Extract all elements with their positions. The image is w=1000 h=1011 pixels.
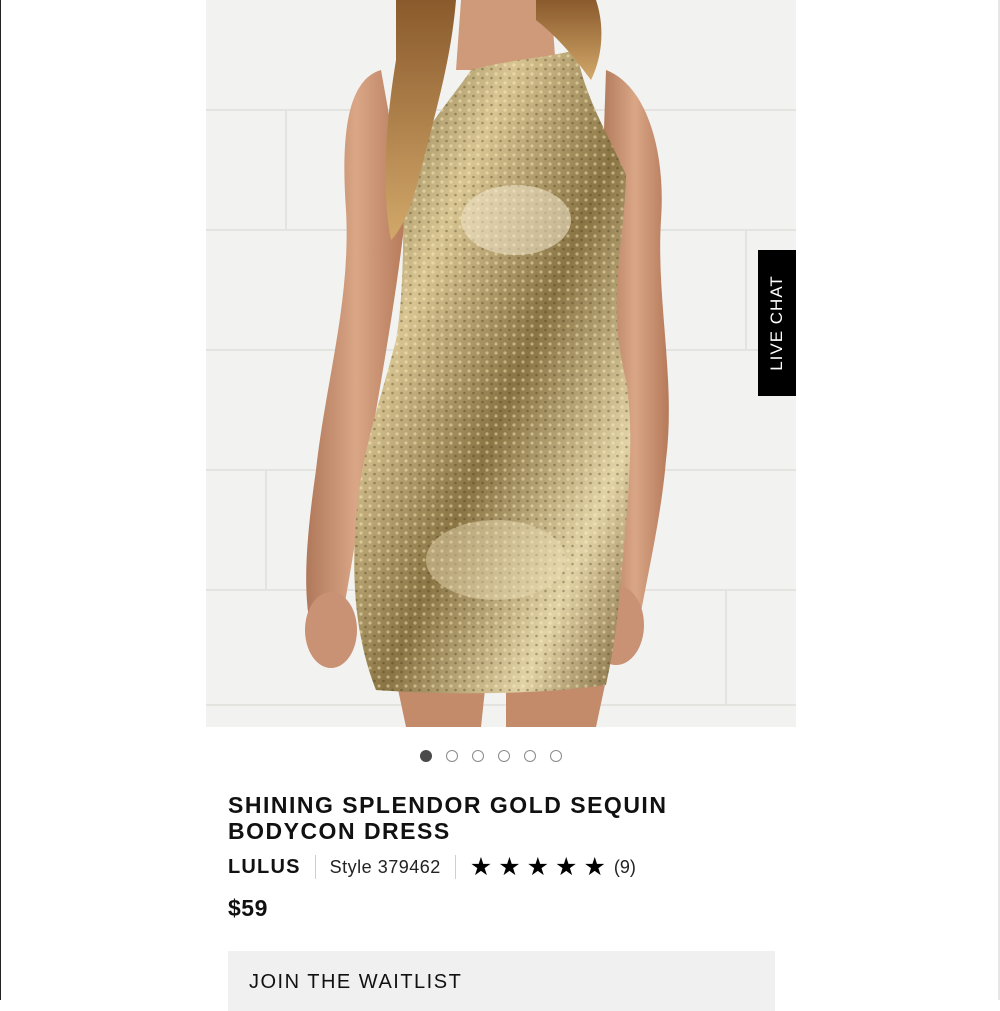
product-title: SHINING SPLENDOR GOLD SEQUIN BODYCON DRE…: [228, 792, 668, 844]
gallery-dot-1[interactable]: [420, 750, 432, 762]
join-waitlist-button[interactable]: JOIN THE WAITLIST: [228, 951, 775, 1011]
page-left-border: [0, 0, 1, 1000]
gallery-dot-6[interactable]: [550, 750, 562, 762]
star-icon: ★: [526, 852, 550, 881]
meta-divider: [454, 855, 456, 879]
gallery-dot-5[interactable]: [524, 750, 536, 762]
star-icon: ★: [583, 852, 606, 881]
live-chat-label: LIVE CHAT: [767, 275, 786, 371]
gallery-dot-3[interactable]: [472, 750, 484, 762]
rating-stars[interactable]: ★ ★ ★ ★ ★: [469, 852, 606, 881]
brand-name[interactable]: LULUS: [228, 856, 301, 879]
star-icon: ★: [469, 852, 493, 881]
product-meta-row: LULUS Style 379462 ★ ★ ★ ★ ★ (9): [228, 852, 636, 882]
star-icon: ★: [555, 852, 578, 881]
gallery-dot-4[interactable]: [498, 750, 510, 762]
live-chat-button[interactable]: LIVE CHAT: [758, 250, 796, 396]
join-waitlist-label: JOIN THE WAITLIST: [249, 971, 463, 993]
product-image[interactable]: [206, 0, 796, 727]
meta-divider: [314, 855, 316, 879]
star-icon: ★: [498, 852, 521, 881]
gallery-dot-2[interactable]: [446, 750, 458, 762]
gallery-pagination: [420, 750, 586, 766]
product-price: $59: [228, 895, 268, 921]
style-number: Style 379462: [329, 856, 441, 877]
review-count[interactable]: (9): [614, 857, 636, 878]
